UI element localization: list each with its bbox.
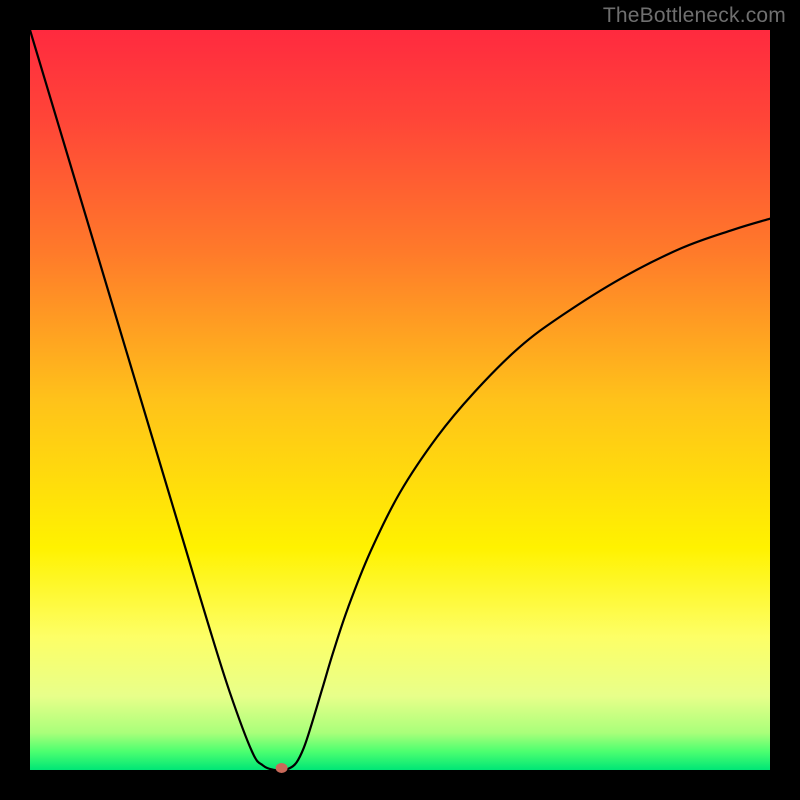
bottleneck-chart xyxy=(0,0,800,800)
watermark-text: TheBottleneck.com xyxy=(603,4,786,28)
optimal-marker xyxy=(276,763,288,773)
chart-frame: { "watermark": "TheBottleneck.com", "cha… xyxy=(0,0,800,800)
